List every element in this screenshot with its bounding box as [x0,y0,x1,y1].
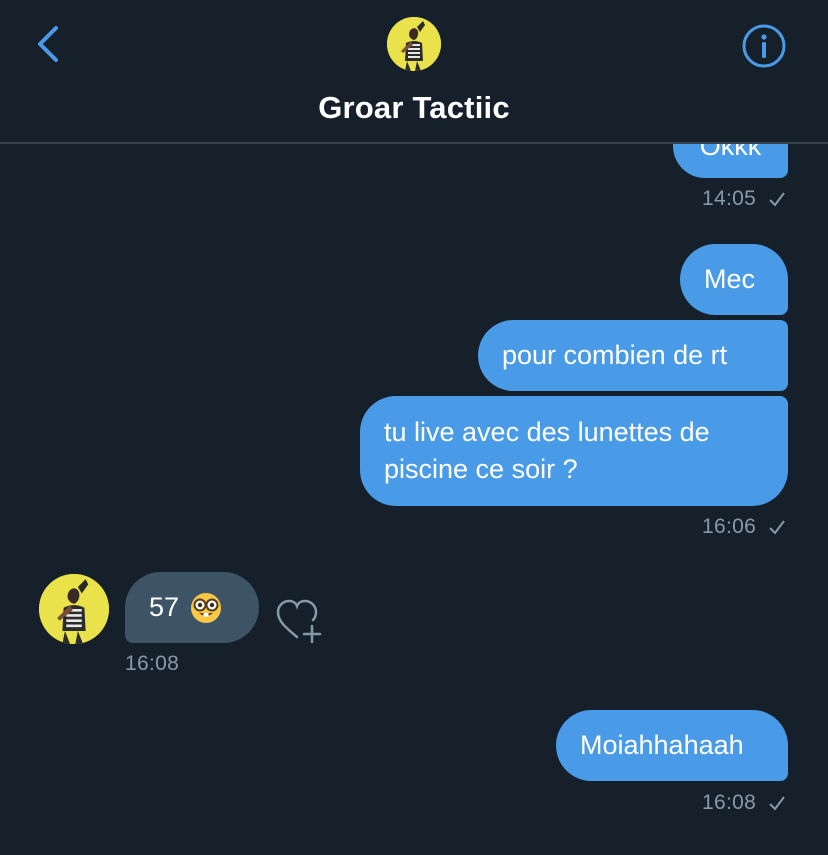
header-avatar[interactable] [387,17,441,71]
nerd-face-emoji [189,591,223,625]
message-list[interactable]: Okkk 14:05 Mec pour combien de rt tu liv… [0,144,828,855]
message-text: Mec [704,264,756,294]
message-timestamp: 16:08 [125,652,180,675]
avatar-image [387,17,441,71]
message-timestamp: 14:05 [702,187,757,210]
message-bubble-outgoing[interactable]: Mec [680,244,788,315]
message-timestamp: 16:08 [702,791,757,814]
info-button[interactable] [740,22,788,70]
message-text: Okkk [699,144,762,161]
message-timestamp: 16:06 [702,515,757,538]
message-bubble-outgoing[interactable]: Okkk [673,144,788,178]
conversation-header: Groar Tactiic [0,0,828,144]
avatar-image [39,574,109,644]
message-bubble-outgoing[interactable]: Moiahhahaah [556,710,788,781]
back-button[interactable] [30,24,66,64]
message-text: pour combien de rt [502,340,728,370]
message-bubble-outgoing[interactable]: pour combien de rt [478,320,788,391]
checkmark-icon [769,192,785,207]
message-text: Moiahhahaah [580,730,744,760]
contact-name[interactable]: Groar Tactiic [0,90,828,126]
message-bubble-outgoing[interactable]: tu live avec des lunettes de piscine ce … [360,396,788,506]
message-text: tu live avec des lunettes de piscine ce … [384,417,710,484]
info-circle-icon [742,24,786,68]
message-bubble-incoming[interactable]: 57 [125,572,259,643]
checkmark-icon [769,796,785,811]
checkmark-icon [769,520,785,535]
add-reaction-button[interactable] [275,597,325,644]
sender-avatar[interactable] [39,574,109,644]
heart-plus-icon [276,599,322,644]
chevron-left-icon [38,26,58,62]
message-text: 57 [149,592,180,622]
